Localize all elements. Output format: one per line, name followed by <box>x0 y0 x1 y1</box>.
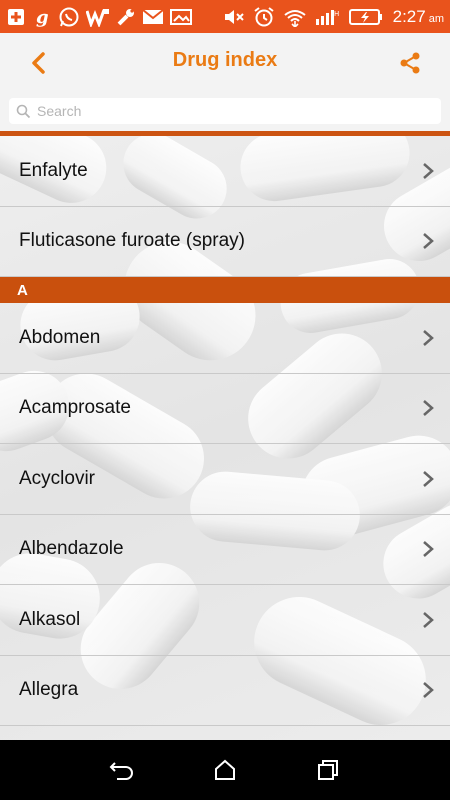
add-icon <box>6 7 26 27</box>
chevron-right-icon <box>423 470 434 487</box>
nav-back-button[interactable] <box>102 750 142 790</box>
home-nav-icon <box>214 759 235 780</box>
drug-list-area[interactable]: Enfalyte Fluticasone furoate (spray) A A… <box>0 136 450 740</box>
list-item[interactable]: Acyclovir <box>0 444 450 515</box>
g-icon: g <box>32 7 52 27</box>
page-title: Drug index <box>172 49 278 71</box>
list-item[interactable]: Fluticasone furoate (spray) <box>0 207 450 277</box>
list-item-label: Abdomen <box>19 326 101 348</box>
nav-home-button[interactable] <box>205 750 245 790</box>
nav-recents-button[interactable] <box>308 750 348 790</box>
status-bar: g H 2:27 am <box>0 0 450 33</box>
chevron-right-icon <box>423 329 434 346</box>
drug-list: Enfalyte Fluticasone furoate (spray) A A… <box>0 136 450 726</box>
list-item-label: Albendazole <box>19 538 124 560</box>
list-item-label: Allegra <box>19 679 79 701</box>
wrench-icon <box>116 7 136 27</box>
search-input[interactable] <box>37 103 417 119</box>
wifi-icon <box>283 7 307 27</box>
svg-text:H: H <box>334 10 339 18</box>
chevron-right-icon <box>423 400 434 417</box>
system-nav-bar <box>0 740 450 800</box>
list-item-label: Acyclovir <box>19 467 96 489</box>
share-button[interactable] <box>394 47 426 79</box>
list-item-label: Acamprosate <box>19 397 131 419</box>
whatsapp-icon <box>58 7 80 27</box>
list-item[interactable]: Alkasol <box>0 585 450 656</box>
share-icon <box>400 52 420 74</box>
w-icon <box>86 7 110 27</box>
alarm-icon <box>253 6 275 27</box>
list-item-label: Alkasol <box>19 608 81 630</box>
gmail-icon <box>142 7 164 27</box>
section-header-a: A <box>0 277 450 303</box>
chevron-right-icon <box>423 162 434 179</box>
list-item-label: Fluticasone furoate (spray) <box>19 230 245 252</box>
chevron-right-icon <box>423 541 434 558</box>
image-icon <box>170 7 192 27</box>
recents-nav-icon <box>318 760 339 780</box>
back-nav-icon <box>109 762 133 780</box>
chevron-right-icon <box>423 611 434 628</box>
search-bar <box>0 93 450 131</box>
status-time: 2:27 am <box>392 6 444 26</box>
chevron-right-icon <box>423 682 434 699</box>
list-item[interactable]: Acamprosate <box>0 374 450 444</box>
list-item[interactable]: Abdomen <box>0 303 450 374</box>
list-item[interactable]: Allegra <box>0 656 450 726</box>
list-item[interactable]: Albendazole <box>0 515 450 585</box>
search-icon <box>16 104 31 118</box>
signal-icon: H <box>315 7 341 27</box>
list-item-label: Enfalyte <box>19 159 88 181</box>
svg-text:g: g <box>36 7 49 27</box>
list-item[interactable]: Enfalyte <box>0 136 450 207</box>
mute-icon <box>223 7 245 27</box>
battery-charging-icon <box>348 7 383 27</box>
search-box[interactable] <box>9 98 441 124</box>
app-bar: Drug index <box>0 33 450 93</box>
chevron-right-icon <box>423 233 434 250</box>
